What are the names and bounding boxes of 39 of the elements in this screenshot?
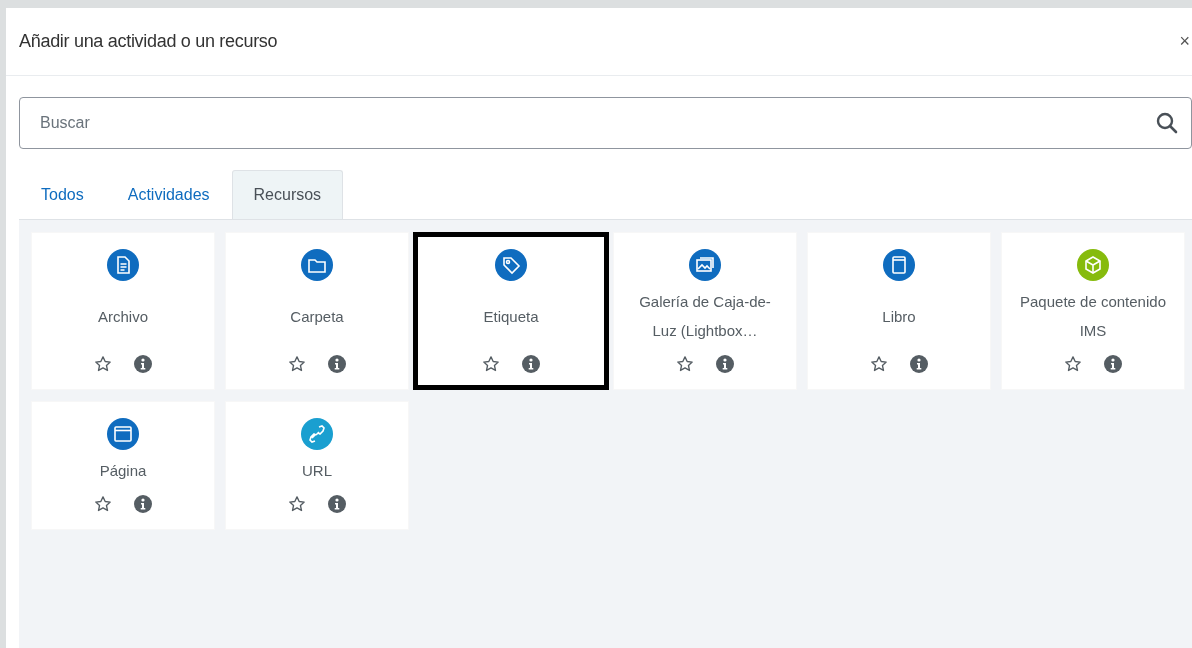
- resource-label: Etiqueta: [482, 306, 540, 327]
- resource-card[interactable]: Libro: [807, 232, 991, 390]
- info-icon[interactable]: [716, 355, 734, 373]
- info-icon[interactable]: [1104, 355, 1122, 373]
- star-icon[interactable]: [94, 495, 112, 513]
- search-icon: [1156, 112, 1178, 134]
- dialog-title: Añadir una actividad o un recurso: [19, 31, 278, 52]
- resource-card[interactable]: Página: [31, 401, 215, 530]
- tab[interactable]: Todos: [19, 170, 106, 219]
- close-button[interactable]: ×: [1179, 31, 1192, 52]
- resource-card[interactable]: Archivo: [31, 232, 215, 390]
- star-icon[interactable]: [288, 355, 306, 373]
- tab[interactable]: Recursos: [231, 170, 344, 219]
- info-icon[interactable]: [328, 355, 346, 373]
- star-icon[interactable]: [94, 355, 112, 373]
- info-icon[interactable]: [134, 495, 152, 513]
- resource-card[interactable]: Paquete de contenido IMS: [1001, 232, 1185, 390]
- star-icon[interactable]: [482, 355, 500, 373]
- resource-card[interactable]: Carpeta: [225, 232, 409, 390]
- info-icon[interactable]: [910, 355, 928, 373]
- info-icon[interactable]: [522, 355, 540, 373]
- resource-label: URL: [301, 461, 333, 481]
- resource-card[interactable]: Galería de Caja-de-Luz (Lightbox…: [613, 232, 797, 390]
- resource-label: Página: [98, 461, 148, 481]
- resource-label: Libro: [881, 306, 917, 327]
- star-icon[interactable]: [676, 355, 694, 373]
- star-icon[interactable]: [870, 355, 888, 373]
- info-icon[interactable]: [134, 355, 152, 373]
- star-icon[interactable]: [1064, 355, 1082, 373]
- search-field[interactable]: Buscar: [19, 97, 1192, 149]
- tab[interactable]: Actividades: [105, 170, 232, 219]
- resource-label: Galería de Caja-de-Luz (Lightbox…: [638, 292, 772, 341]
- resource-label: Carpeta: [289, 306, 345, 327]
- info-icon[interactable]: [328, 495, 346, 513]
- resource-card[interactable]: Etiqueta: [413, 232, 609, 390]
- resource-label: Archivo: [97, 306, 149, 327]
- resource-card[interactable]: URL: [225, 401, 409, 530]
- resource-label: Paquete de contenido IMS: [1019, 292, 1167, 341]
- star-icon[interactable]: [288, 495, 306, 513]
